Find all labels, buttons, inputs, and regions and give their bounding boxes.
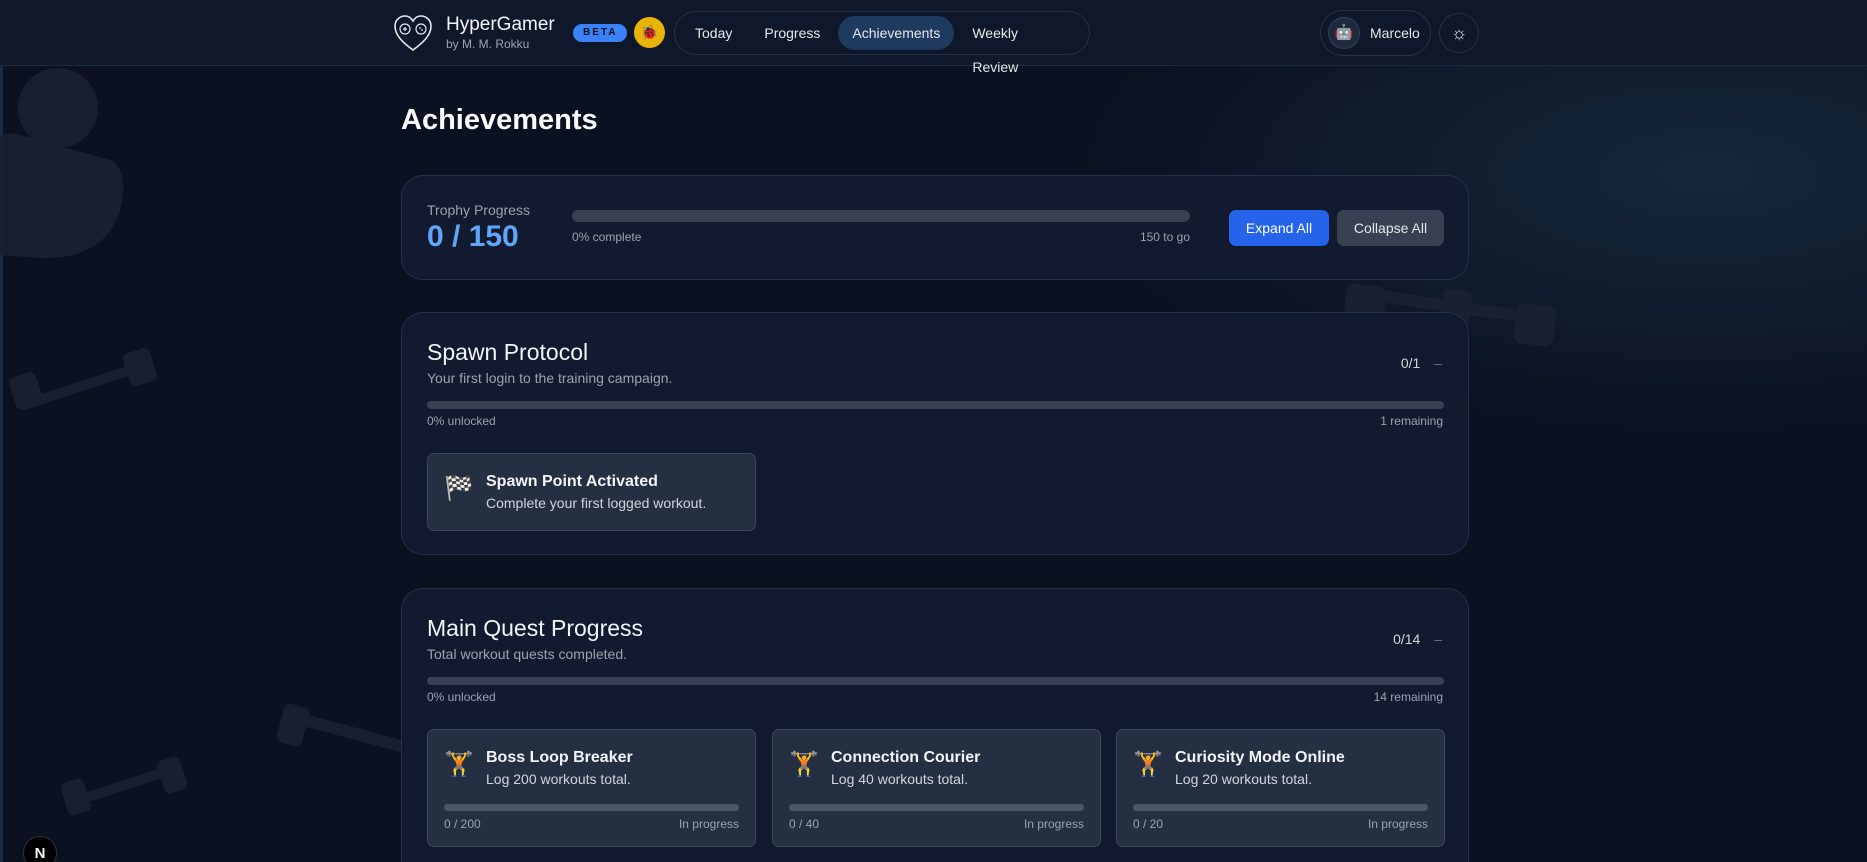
trophy-progress-value: 0 / 150 — [427, 220, 519, 253]
theme-toggle-button[interactable]: ☼ — [1439, 13, 1479, 53]
weightlifter-icon: 🏋 — [444, 751, 474, 778]
achievement-card[interactable]: 🏋 Connection Courier Log 40 workouts tot… — [772, 729, 1101, 847]
section-progress-bar — [427, 401, 1444, 409]
devtools-badge[interactable]: N — [23, 836, 57, 862]
section-spawn-protocol: Spawn Protocol Your first login to the t… — [401, 312, 1469, 555]
main-nav: Today Progress Achievements Weekly Revie… — [674, 11, 1090, 75]
achievement-card[interactable]: 🏁 Spawn Point Activated Complete your fi… — [427, 453, 756, 531]
section-toggle-button[interactable]: 0/14 – — [1393, 631, 1442, 647]
user-menu-button[interactable]: 🤖 Marcelo — [1320, 10, 1431, 56]
section-title: Spawn Protocol — [427, 339, 589, 365]
achievement-description: Log 40 workouts total. — [831, 771, 968, 787]
section-remaining-text: 1 remaining — [1380, 414, 1443, 428]
page-title: Achievements — [401, 104, 598, 136]
app-subtitle: by M. M. Rokku — [446, 37, 530, 51]
tab-achievements[interactable]: Achievements — [838, 16, 955, 50]
tab-weekly-review[interactable]: Weekly Review — [958, 16, 1079, 75]
achievement-progress-bar — [789, 804, 1084, 811]
section-count: 0/14 — [1393, 631, 1421, 647]
section-percent-text: 0% unlocked — [427, 690, 496, 704]
achievement-title: Spawn Point Activated — [486, 473, 658, 490]
trophy-percent-text: 0% complete — [572, 230, 642, 244]
achievement-description: Log 20 workouts total. — [1175, 771, 1312, 787]
section-toggle-button[interactable]: 0/1 – — [1401, 355, 1442, 371]
section-description: Your first login to the training campaig… — [427, 370, 673, 386]
collapse-all-button[interactable]: Collapse All — [1337, 210, 1444, 246]
achievement-progress-bar — [1133, 804, 1428, 811]
section-percent-text: 0% unlocked — [427, 414, 496, 428]
achievement-status: In progress — [1367, 817, 1428, 831]
dumbbell-decoration-left — [8, 348, 158, 410]
tab-today[interactable]: Today — [681, 16, 746, 50]
section-description: Total workout quests completed. — [427, 646, 627, 662]
achievement-progress-text: 0 / 40 — [789, 817, 820, 831]
tab-progress[interactable]: Progress — [750, 16, 834, 50]
app-title: HyperGamer — [446, 14, 555, 35]
collapse-icon: – — [1434, 631, 1442, 647]
achievement-progress-text: 0 / 20 — [1133, 817, 1164, 831]
weightlifter-icon: 🏋 — [789, 751, 819, 778]
section-title: Main Quest Progress — [427, 615, 644, 641]
user-name: Marcelo — [1370, 25, 1420, 41]
section-remaining-text: 14 remaining — [1373, 690, 1443, 704]
achievement-title: Curiosity Mode Online — [1175, 749, 1345, 766]
achievement-progress-bar — [444, 804, 739, 811]
achievement-status: In progress — [678, 817, 739, 831]
achievement-status: In progress — [1023, 817, 1084, 831]
expand-all-button[interactable]: Expand All — [1229, 210, 1329, 246]
dumbbell-decoration-bottom — [60, 703, 405, 816]
section-main-quest-progress: Main Quest Progress Total workout quests… — [401, 588, 1469, 862]
checkered-flag-icon: 🏁 — [444, 475, 474, 502]
sun-icon: ☼ — [1450, 23, 1468, 43]
trophy-progress-bar — [572, 210, 1190, 222]
robot-icon: 🤖 — [1328, 17, 1360, 49]
brand[interactable]: HyperGamer by M. M. Rokku — [392, 12, 555, 54]
trophy-to-go-text: 150 to go — [1139, 230, 1190, 244]
achievement-description: Complete your first logged workout. — [486, 495, 707, 511]
achievement-description: Log 200 workouts total. — [486, 771, 631, 787]
beta-badge: BETA — [573, 24, 628, 42]
weightlifter-icon: 🏋 — [1133, 751, 1163, 778]
achievement-progress-text: 0 / 200 — [444, 817, 481, 831]
section-count: 0/1 — [1400, 355, 1421, 371]
trophy-progress-label: Trophy Progress — [427, 202, 530, 218]
kettlebell-decoration — [0, 68, 124, 259]
achievement-title: Boss Loop Breaker — [486, 749, 633, 766]
coin-icon[interactable]: 🐞 — [634, 17, 665, 48]
achievement-card[interactable]: 🏋 Curiosity Mode Online Log 20 workouts … — [1116, 729, 1445, 847]
achievement-title: Connection Courier — [831, 749, 981, 766]
section-progress-bar — [427, 677, 1444, 685]
achievement-card[interactable]: 🏋 Boss Loop Breaker Log 200 workouts tot… — [427, 729, 756, 847]
heart-gamepad-logo-icon — [394, 15, 432, 51]
window-left-edge — [0, 0, 3, 862]
trophy-progress-card: Trophy Progress 0 / 150 0% complete 150 … — [401, 175, 1469, 280]
collapse-icon: – — [1434, 355, 1442, 371]
top-navigation-bar: HyperGamer by M. M. Rokku BETA 🐞 Today P… — [0, 0, 1867, 75]
